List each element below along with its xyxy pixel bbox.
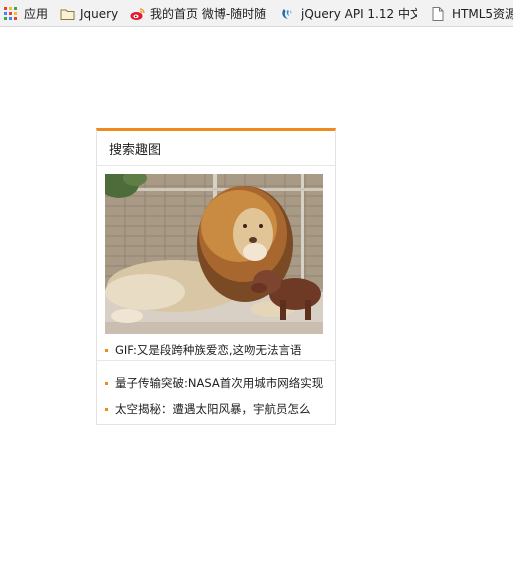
- news-link-2-text: 太空揭秘：遭遇太阳风暴，宇航员怎么: [115, 402, 311, 416]
- page-icon: [432, 6, 446, 21]
- bookmark-apps[interactable]: 应用: [4, 0, 49, 26]
- news-link-1[interactable]: 量子传输突破:NASA首次用城市网络实现: [105, 375, 327, 391]
- bookmark-jquery-api-label: jQuery API 1.12 中文: [301, 7, 417, 21]
- bookmark-weibo-label: 我的首页 微博-随时随: [150, 7, 267, 21]
- bullet-marker: [105, 407, 108, 411]
- widget-title: 搜索趣图: [97, 131, 335, 166]
- bookmark-apps-label: 应用: [24, 7, 49, 21]
- bullet-marker: [105, 381, 108, 385]
- weibo-icon: [130, 7, 145, 21]
- news-link-1-text: 量子传输突破:NASA首次用城市网络实现: [115, 376, 324, 390]
- bookmark-jquery[interactable]: Jquery: [60, 0, 119, 26]
- image-caption-text: GIF:又是段跨种族爱恋,这吻无法言语: [115, 343, 302, 357]
- bookmark-html5[interactable]: HTML5资源: [432, 0, 513, 26]
- jquery-logo-icon: [281, 7, 295, 21]
- news-link-2[interactable]: 太空揭秘：遭遇太阳风暴，宇航员怎么: [105, 401, 327, 417]
- folder-icon: [60, 7, 75, 21]
- bullet-marker: [105, 348, 108, 352]
- bookmark-weibo[interactable]: 我的首页 微博-随时随: [130, 0, 282, 26]
- bookmark-jquery-label: Jquery: [80, 6, 119, 21]
- bookmarks-bar: 应用 Jquery 我的首页 微博-随时随 jQuery API 1.12 中文…: [0, 0, 513, 27]
- bookmark-html5-label: HTML5资源: [452, 7, 513, 21]
- lion-dog-gif-image[interactable]: [105, 174, 323, 334]
- funny-images-widget: 搜索趣图 GIF:又是段跨种族爱恋,这吻无法言语 量子传输突破:NASA首次用城…: [96, 128, 336, 425]
- apps-grid-icon: [4, 6, 18, 21]
- image-caption-link[interactable]: GIF:又是段跨种族爱恋,这吻无法言语: [105, 342, 327, 358]
- bookmark-jquery-api[interactable]: jQuery API 1.12 中文: [281, 0, 417, 26]
- divider: [97, 360, 335, 361]
